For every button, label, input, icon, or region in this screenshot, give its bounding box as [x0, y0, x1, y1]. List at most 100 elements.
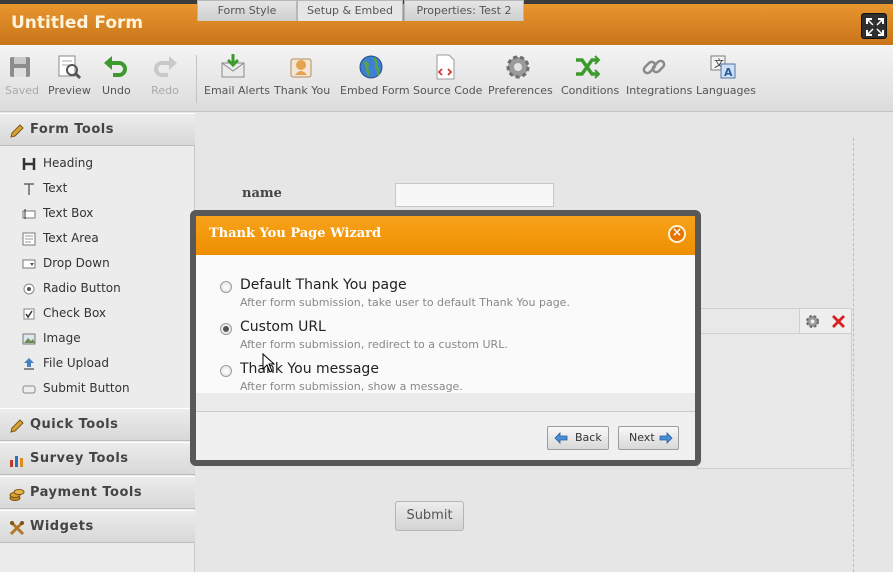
tab-setup-embed[interactable]: Setup & Embed [297, 0, 403, 21]
tool-label: Submit Button [43, 381, 130, 395]
field-tools [799, 308, 852, 334]
email-alerts-button[interactable]: Email Alerts [204, 53, 270, 97]
name-field-label: name [242, 186, 282, 201]
arrow-left-icon [554, 432, 568, 444]
tool-label: Heading [43, 156, 93, 170]
name-input[interactable] [395, 183, 554, 207]
pencil-icon [10, 124, 24, 138]
languages-label: Languages [696, 84, 757, 97]
option-title: Custom URL [240, 319, 326, 335]
close-icon: × [671, 225, 683, 239]
expand-icon [866, 18, 884, 36]
form-title[interactable]: Untitled Form [11, 13, 143, 33]
tool-label: Drop Down [43, 256, 110, 270]
survey-tools-header[interactable]: Survey Tools [0, 442, 195, 475]
source-code-label: Source Code [413, 84, 483, 97]
languages-icon: 文A [710, 55, 736, 79]
embed-form-button[interactable]: Embed Form [340, 53, 410, 97]
tool-label: Image [43, 331, 81, 345]
fullscreen-button[interactable] [861, 13, 887, 39]
gear-icon [506, 55, 530, 79]
coins-icon [9, 489, 25, 501]
saved-label: Saved [5, 84, 39, 97]
svg-text:A: A [724, 66, 733, 79]
quick-tools-header[interactable]: Quick Tools [0, 408, 195, 441]
modal-title: Thank You Page Wizard [209, 226, 382, 241]
upload-icon [24, 358, 34, 370]
integrations-label: Integrations [626, 84, 693, 97]
preview-icon [58, 55, 82, 80]
toolbar-divider [196, 55, 197, 103]
submit-icon [22, 385, 36, 394]
undo-icon [104, 56, 127, 77]
close-button[interactable]: × [668, 225, 686, 243]
tool-label: Text Area [43, 231, 99, 245]
toolbar: Saved Preview Undo Redo Email Alerts Tha… [0, 45, 893, 112]
option-title: Default Thank You page [240, 277, 407, 293]
mouse-cursor-icon [262, 353, 276, 373]
globe-icon [359, 55, 383, 79]
heading-icon [22, 158, 36, 170]
field-divider [697, 333, 799, 334]
form-tools-label: Form Tools [30, 122, 114, 137]
link-icon [642, 59, 666, 75]
image-icon [22, 333, 36, 345]
widgets-header[interactable]: Widgets [0, 510, 195, 543]
redo-icon [154, 56, 177, 77]
thank-you-label: Thank You [274, 84, 331, 97]
quick-tools-label: Quick Tools [30, 417, 119, 432]
integrations-button[interactable]: Integrations [626, 53, 693, 97]
languages-button[interactable]: 文A Languages [696, 53, 757, 97]
source-code-button[interactable]: Source Code [413, 53, 483, 97]
text-icon [24, 183, 34, 195]
tab-properties[interactable]: Properties: Test 2 [404, 0, 524, 21]
preview-button[interactable]: Preview [48, 53, 91, 97]
thank-you-icon [290, 58, 312, 78]
option-title: Thank You message [240, 361, 379, 377]
undo-button[interactable]: Undo [102, 53, 131, 97]
embed-form-label: Embed Form [340, 84, 410, 97]
wrench-icon [9, 520, 25, 536]
field-settings-icon[interactable] [805, 314, 820, 329]
widgets-label: Widgets [30, 519, 94, 534]
tool-label: Check Box [43, 306, 107, 320]
email-alerts-icon [221, 54, 245, 78]
form-submit-button[interactable]: Submit [395, 501, 464, 531]
next-label: Next [629, 431, 655, 444]
back-label: Back [575, 431, 602, 444]
tab-form-style[interactable]: Form Style [197, 0, 297, 21]
preview-label: Preview [48, 84, 91, 97]
redo-button[interactable]: Redo [151, 53, 179, 97]
payment-tools-header[interactable]: Payment Tools [0, 476, 195, 509]
dropdown-icon [22, 259, 36, 269]
option-description: After form submission, show a message. [240, 380, 463, 393]
delete-field-icon[interactable] [832, 315, 845, 328]
checkbox-icon [23, 308, 35, 320]
textarea-icon [22, 232, 36, 246]
survey-tools-label: Survey Tools [30, 451, 129, 466]
radio-custom-url[interactable] [220, 323, 232, 335]
save-icon [10, 57, 30, 77]
saved-button[interactable]: Saved [5, 53, 39, 97]
source-code-icon [436, 54, 455, 80]
bar-chart-icon [10, 456, 23, 467]
modal-separator [196, 393, 695, 412]
tool-label: Text [43, 181, 68, 195]
undo-label: Undo [102, 84, 131, 97]
email-alerts-label: Email Alerts [204, 84, 270, 97]
radio-default-thank-you[interactable] [220, 281, 232, 293]
modal-header: Thank You Page Wizard × [196, 216, 695, 255]
conditions-label: Conditions [561, 84, 620, 97]
pencil-icon [10, 419, 24, 433]
thank-you-button[interactable]: Thank You [274, 53, 331, 97]
back-button[interactable]: Back [547, 426, 609, 450]
option-description: After form submission, redirect to a cus… [240, 338, 508, 351]
form-tools-header[interactable]: Form Tools [0, 113, 195, 146]
conditions-button[interactable]: Conditions [561, 53, 620, 97]
radio-thank-you-message[interactable] [220, 365, 232, 377]
radio-icon [23, 283, 35, 295]
preferences-button[interactable]: Preferences [488, 53, 553, 97]
next-button[interactable]: Next [618, 426, 679, 450]
tool-label: File Upload [43, 356, 109, 370]
tool-label: Radio Button [43, 281, 121, 295]
